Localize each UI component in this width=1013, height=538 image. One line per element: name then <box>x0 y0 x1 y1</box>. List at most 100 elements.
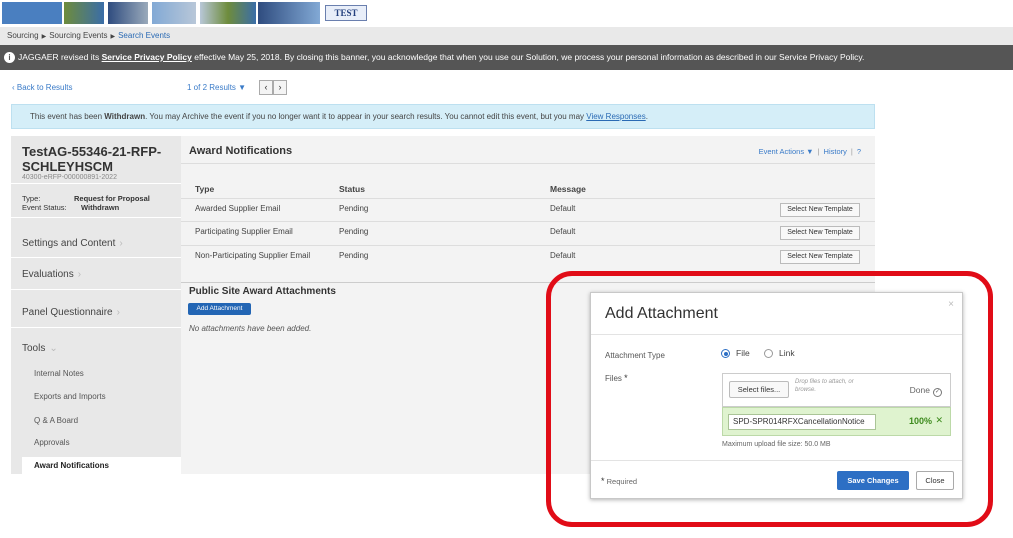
breadcrumb-search-events[interactable]: Search Events <box>118 31 170 40</box>
row-message: Default <box>550 204 576 213</box>
divider <box>181 163 875 164</box>
results-dropdown[interactable]: 1 of 2 Results ▼ <box>187 83 246 92</box>
divider <box>11 327 181 328</box>
notice-text: This event has been <box>30 112 105 121</box>
withdrawn-notice: This event has been Withdrawn. You may A… <box>11 104 875 129</box>
row-message: Default <box>550 227 576 236</box>
divider <box>11 257 181 258</box>
divider <box>181 198 875 199</box>
close-icon[interactable]: × <box>948 299 954 310</box>
nav-tools[interactable]: Tools ⌄ <box>22 343 58 354</box>
tools-exports-and-imports[interactable]: Exports and Imports <box>34 392 106 401</box>
row-status: Pending <box>339 251 369 260</box>
row-status: Pending <box>339 227 369 236</box>
divider <box>591 334 962 335</box>
col-message: Message <box>550 184 586 194</box>
divider <box>181 245 875 246</box>
event-status: Event Status: Withdrawn <box>22 203 119 212</box>
view-responses-link[interactable]: View Responses <box>586 112 645 121</box>
files-label: Files * <box>605 373 628 383</box>
done-label: Done <box>909 385 930 395</box>
close-button[interactable]: Close <box>916 471 954 490</box>
privacy-text-post: effective May 25, 2018. By closing this … <box>191 52 865 62</box>
chevron-right-icon: › <box>119 238 123 249</box>
divider <box>181 282 875 283</box>
prev-result-button[interactable]: ‹ <box>259 80 273 95</box>
info-icon: i <box>4 52 15 63</box>
nav-label: Panel Questionnaire <box>22 307 113 318</box>
select-template-button[interactable]: Select New Template <box>780 250 860 264</box>
divider <box>591 460 962 461</box>
dialog-title: Add Attachment <box>605 305 718 322</box>
event-title: TestAG-55346-21-RFP-SCHLEYHSCM <box>22 144 162 174</box>
required-star: * <box>624 373 628 383</box>
breadcrumb-sourcing[interactable]: Sourcing <box>7 31 39 40</box>
caret-right-icon: ▶ <box>41 34 47 40</box>
status-label: Event Status: <box>22 203 67 212</box>
add-attachment-button[interactable]: Add Attachment <box>188 303 251 315</box>
back-to-results-link[interactable]: ‹ Back to Results <box>12 83 72 92</box>
file-dropzone[interactable]: Select files... Drop files to attach, or… <box>722 373 951 407</box>
event-actions-bar: Event Actions ▼ | History |? <box>759 147 861 156</box>
divider <box>181 221 875 222</box>
notice-text: . You may Archive the event if you no lo… <box>145 112 587 121</box>
attachments-section-title: Public Site Award Attachments <box>189 286 336 297</box>
divider <box>11 217 181 218</box>
banner-image <box>152 2 196 24</box>
help-link[interactable]: ? <box>857 147 861 156</box>
breadcrumb: Sourcing ▶ Sourcing Events ▶ Search Events <box>0 27 1013 45</box>
col-status: Status <box>339 184 365 194</box>
add-attachment-dialog: Add Attachment × Attachment Type File Li… <box>590 292 963 499</box>
files-label-text: Files <box>605 374 622 383</box>
separator: | <box>850 147 853 156</box>
breadcrumb-sourcing-events[interactable]: Sourcing Events <box>49 31 107 40</box>
nav-label: Settings and Content <box>22 238 116 249</box>
no-attachments-text: No attachments have been added. <box>189 324 312 333</box>
tools-award-notifications[interactable]: Award Notifications <box>22 457 181 474</box>
event-actions-menu[interactable]: Event Actions ▼ <box>759 147 814 156</box>
row-status: Pending <box>339 204 369 213</box>
banner-image <box>64 2 104 24</box>
drop-hint: Drop files to attach, or browse. <box>795 379 854 393</box>
banner-logo <box>2 2 62 24</box>
chevron-right-icon: › <box>116 307 120 318</box>
save-changes-button[interactable]: Save Changes <box>837 471 909 490</box>
tools-internal-notes[interactable]: Internal Notes <box>34 369 84 378</box>
tools-approvals[interactable]: Approvals <box>34 438 70 447</box>
type-label: Type: <box>22 194 41 203</box>
nav-label: Tools <box>22 343 46 354</box>
select-template-button[interactable]: Select New Template <box>780 203 860 217</box>
results-pager: ‹ Back to Results 1 of 2 Results ▼ ‹ › <box>0 78 700 98</box>
row-message: Default <box>550 251 576 260</box>
tools-qa-board[interactable]: Q & A Board <box>34 416 78 425</box>
type-value: Request for Proposal <box>74 194 150 203</box>
page-title: Award Notifications <box>189 145 293 157</box>
row-type: Non-Participating Supplier Email <box>195 251 311 260</box>
caret-right-icon: ▶ <box>110 34 116 40</box>
done-button[interactable]: Done ✓ <box>910 385 942 397</box>
banner-image <box>200 2 256 24</box>
uploaded-file-row: SPD-SPR014RFXCancellationNotice 100% ✕ <box>722 407 951 436</box>
divider <box>11 183 181 184</box>
file-name-field[interactable]: SPD-SPR014RFXCancellationNotice <box>728 414 876 430</box>
radio-file[interactable] <box>721 349 730 358</box>
radio-link-label[interactable]: Link <box>779 348 795 358</box>
privacy-policy-link[interactable]: Service Privacy Policy <box>102 52 192 62</box>
event-type: Type: Request for Proposal <box>22 194 150 203</box>
privacy-banner: i JAGGAER revised its Service Privacy Po… <box>0 45 1013 70</box>
test-badge: TEST <box>325 5 367 21</box>
select-template-button[interactable]: Select New Template <box>780 226 860 240</box>
upload-progress: 100% <box>908 416 932 426</box>
select-files-button[interactable]: Select files... <box>729 381 789 398</box>
notice-status: Withdrawn <box>104 112 146 121</box>
remove-file-icon[interactable]: ✕ <box>935 415 943 426</box>
nav-evaluations[interactable]: Evaluations › <box>22 269 81 280</box>
radio-file-label[interactable]: File <box>736 348 750 358</box>
nav-panel-questionnaire[interactable]: Panel Questionnaire › <box>22 307 120 318</box>
next-result-button[interactable]: › <box>273 80 287 95</box>
separator: | <box>817 147 820 156</box>
radio-link[interactable] <box>764 349 773 358</box>
nav-settings-and-content[interactable]: Settings and Content › <box>22 238 123 249</box>
banner-image <box>258 2 320 24</box>
history-link[interactable]: History <box>824 147 847 156</box>
